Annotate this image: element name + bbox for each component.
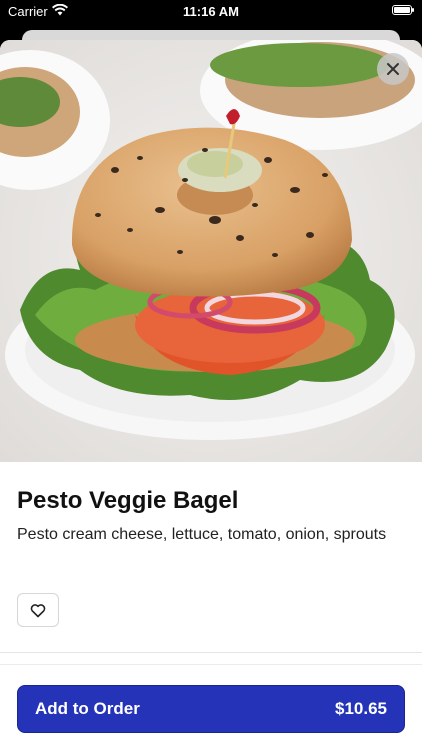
status-bar: Carrier 11:16 AM bbox=[0, 0, 422, 24]
add-to-order-button[interactable]: Add to Order $10.65 bbox=[17, 685, 405, 733]
favorite-button[interactable] bbox=[17, 593, 59, 627]
footer-divider bbox=[0, 664, 422, 665]
item-description: Pesto cream cheese, lettuce, tomato, oni… bbox=[17, 526, 387, 543]
battery-icon bbox=[392, 5, 414, 15]
item-title: Pesto Veggie Bagel bbox=[17, 487, 239, 514]
close-button[interactable] bbox=[377, 53, 409, 85]
close-icon bbox=[387, 63, 399, 75]
bagel-illustration bbox=[0, 40, 422, 462]
item-detail-sheet: Pesto Veggie Bagel Pesto cream cheese, l… bbox=[0, 40, 422, 750]
section-divider bbox=[0, 652, 422, 653]
item-price: $10.65 bbox=[335, 699, 387, 718]
add-to-order-label: Add to Order bbox=[35, 699, 140, 718]
status-time: 11:16 AM bbox=[183, 4, 239, 19]
battery-fill bbox=[394, 7, 410, 13]
item-photo bbox=[0, 40, 422, 462]
heart-icon bbox=[30, 603, 46, 617]
